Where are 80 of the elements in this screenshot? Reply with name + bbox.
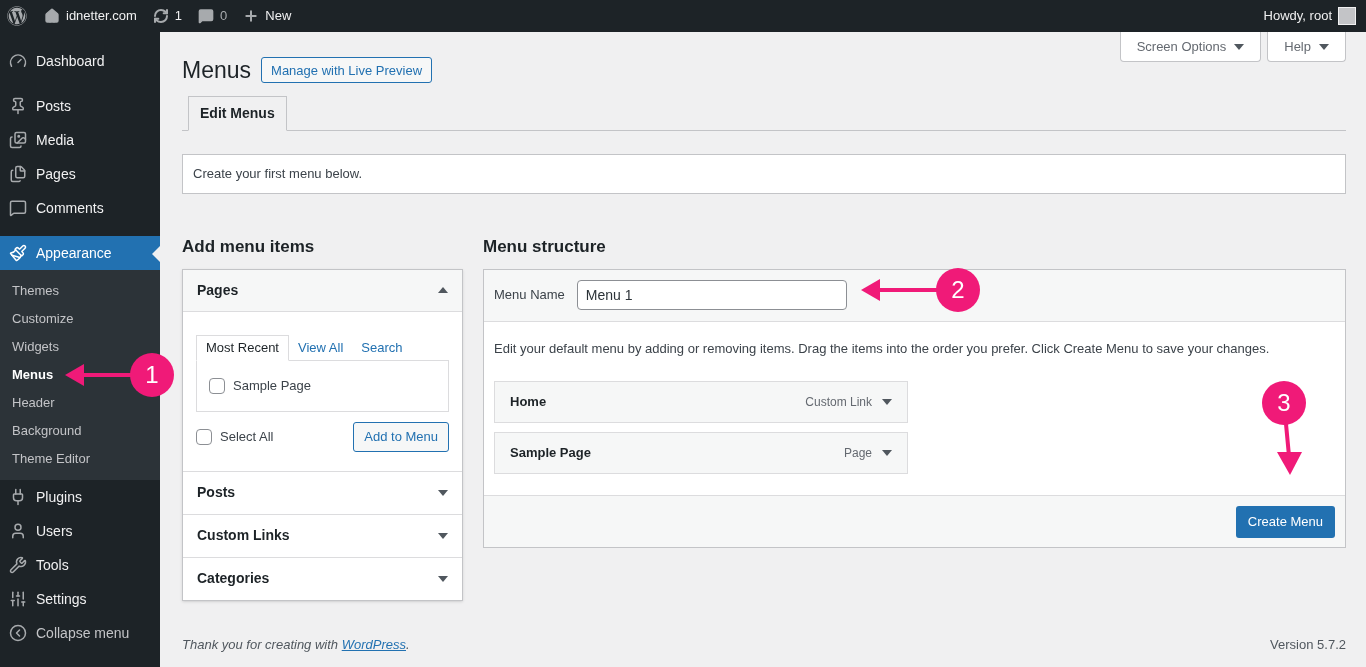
section-heading: Menu structure bbox=[483, 235, 607, 258]
current-pointer bbox=[152, 246, 160, 262]
sidebar-item[interactable]: Users bbox=[0, 514, 160, 548]
pages-icon bbox=[9, 165, 27, 183]
version-text: Version 5.7.2 bbox=[1270, 635, 1346, 654]
sidebar-item[interactable]: Posts bbox=[0, 89, 160, 123]
sidebar-item[interactable]: Appearance bbox=[0, 236, 160, 270]
tab[interactable]: View All bbox=[289, 334, 353, 361]
accordion-header[interactable]: Posts bbox=[183, 471, 462, 514]
item-type: Custom Link bbox=[805, 394, 872, 411]
accordion-header[interactable]: Pages bbox=[183, 269, 462, 312]
gauge-icon bbox=[9, 52, 27, 70]
item-type: Page bbox=[843, 445, 872, 462]
tab[interactable]: Search bbox=[352, 334, 412, 361]
sidebar-item[interactable]: Comments bbox=[0, 191, 160, 225]
checkbox[interactable] bbox=[196, 428, 212, 445]
checkbox[interactable] bbox=[209, 377, 225, 394]
caret-down-icon bbox=[438, 532, 448, 539]
caret-down-icon bbox=[1319, 43, 1329, 50]
caret-up-icon bbox=[438, 287, 448, 293]
tab[interactable]: Edit Menus bbox=[188, 95, 287, 131]
menu-name-label: Menu Name bbox=[494, 286, 565, 305]
caret-down-icon bbox=[438, 489, 448, 496]
submenu-item[interactable]: Themes bbox=[12, 281, 59, 301]
submenu-item[interactable]: Menus bbox=[12, 365, 54, 385]
sidebar-item[interactable]: Tools bbox=[0, 548, 160, 582]
home-icon bbox=[44, 8, 60, 24]
submenu-item[interactable]: Background bbox=[12, 421, 82, 441]
screen-options-button[interactable]: Screen Options bbox=[1119, 32, 1262, 62]
site-link[interactable]: idnetter.com bbox=[44, 6, 137, 26]
collapse-menu-button[interactable]: Collapse menu bbox=[0, 616, 160, 650]
caret-down-icon bbox=[1234, 43, 1245, 50]
pointer-arrow bbox=[65, 364, 131, 386]
wrench-icon bbox=[9, 556, 27, 574]
sidebar-item[interactable]: Plugins bbox=[0, 480, 160, 514]
caret-down-icon bbox=[882, 450, 892, 456]
pin-icon bbox=[9, 97, 27, 115]
sliders-icon bbox=[9, 590, 27, 608]
menu-name-field[interactable]: Menu 1 bbox=[576, 280, 847, 310]
submenu-item[interactable]: Customize bbox=[12, 309, 74, 329]
comment-icon bbox=[9, 199, 27, 217]
caret-down-icon bbox=[438, 575, 448, 582]
live-preview-button[interactable]: Manage with Live Preview bbox=[261, 57, 433, 84]
chevron-left-icon bbox=[9, 624, 27, 642]
updates-link[interactable]: 1 bbox=[152, 6, 183, 26]
notice: Create your first menu below. bbox=[182, 153, 1346, 194]
caret-down-icon bbox=[882, 399, 892, 405]
sidebar-item[interactable]: Dashboard bbox=[0, 44, 160, 78]
sidebar-item[interactable]: Media bbox=[0, 123, 160, 157]
logo-icon[interactable] bbox=[7, 6, 27, 26]
accordion-header[interactable]: Categories bbox=[183, 557, 462, 600]
add-to-menu-button[interactable]: Add to Menu bbox=[353, 421, 449, 452]
account-link[interactable]: Howdy, root bbox=[1263, 6, 1356, 26]
menu-item-bar[interactable]: Sample Page Page bbox=[494, 432, 908, 474]
select-all-label: Select All bbox=[220, 427, 274, 446]
user-icon bbox=[9, 522, 27, 540]
submenu-item[interactable]: Widgets bbox=[12, 337, 59, 357]
accordion-header[interactable]: Custom Links bbox=[183, 514, 462, 557]
images-icon bbox=[9, 131, 27, 149]
paintbrush-icon bbox=[9, 244, 27, 262]
submenu-item[interactable]: Header bbox=[12, 393, 55, 413]
new-link[interactable]: New bbox=[243, 6, 292, 26]
sidebar-item[interactable]: Pages bbox=[0, 157, 160, 191]
help-button[interactable]: Help bbox=[1267, 32, 1346, 62]
comments-link[interactable]: 0 bbox=[198, 6, 228, 26]
section-heading: Add menu items bbox=[182, 235, 316, 258]
page-title: Menus bbox=[182, 56, 252, 85]
menu-item-bar[interactable]: Home Custom Link bbox=[494, 381, 908, 423]
wordpress-link[interactable]: WordPress bbox=[341, 636, 406, 652]
avatar-icon bbox=[1338, 7, 1356, 25]
tab[interactable]: Most Recent bbox=[196, 334, 289, 361]
footer-text: Thank you for creating with WordPress. bbox=[182, 635, 410, 654]
pointer-arrow bbox=[1277, 423, 1302, 475]
sidebar-item[interactable]: Settings bbox=[0, 582, 160, 616]
refresh-icon bbox=[152, 8, 169, 24]
item-label: Sample Page bbox=[233, 376, 312, 395]
create-menu-button[interactable]: Create Menu bbox=[1235, 505, 1335, 538]
submenu-item[interactable]: Theme Editor bbox=[12, 449, 91, 469]
instructions: Edit your default menu by adding or removing items. Drag the items into the order you prefer. Click Create Menu to save your changes. bbox=[494, 339, 1271, 358]
comment-icon bbox=[198, 8, 215, 24]
